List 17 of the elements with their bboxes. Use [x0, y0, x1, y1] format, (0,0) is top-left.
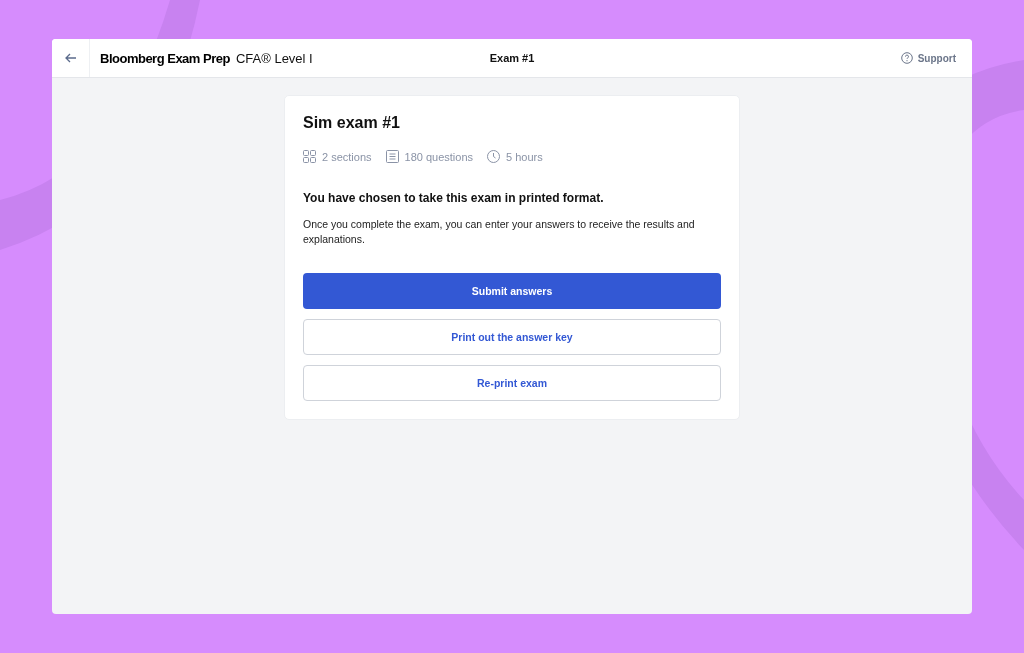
help-icon — [900, 52, 913, 64]
grid-icon — [303, 150, 316, 163]
exam-title: Sim exam #1 — [303, 114, 401, 132]
action-button[interactable]: Re-print exam — [303, 365, 721, 401]
course-name: CFA® Level I — [235, 50, 313, 66]
exam-info: 5 hours — [506, 150, 543, 163]
list-icon — [385, 150, 399, 163]
instructions-text: Once you complete the exam, you can enter your answers to receive the results and explanations. — [303, 217, 696, 247]
clock-icon — [487, 150, 501, 163]
action-button[interactable]: Print out the answer key — [303, 319, 721, 355]
submit-button[interactable]: Submit answers — [303, 273, 721, 309]
page-title: Exam #1 — [489, 52, 535, 64]
exam-info: 2 sections — [322, 150, 372, 163]
support-link[interactable]: Support — [900, 52, 956, 64]
format-heading: You have chosen to take this exam in printed format. — [303, 191, 605, 205]
brand-logo: Bloomberg Exam Prep — [100, 50, 230, 66]
exam-info: 180 questions — [404, 150, 474, 163]
